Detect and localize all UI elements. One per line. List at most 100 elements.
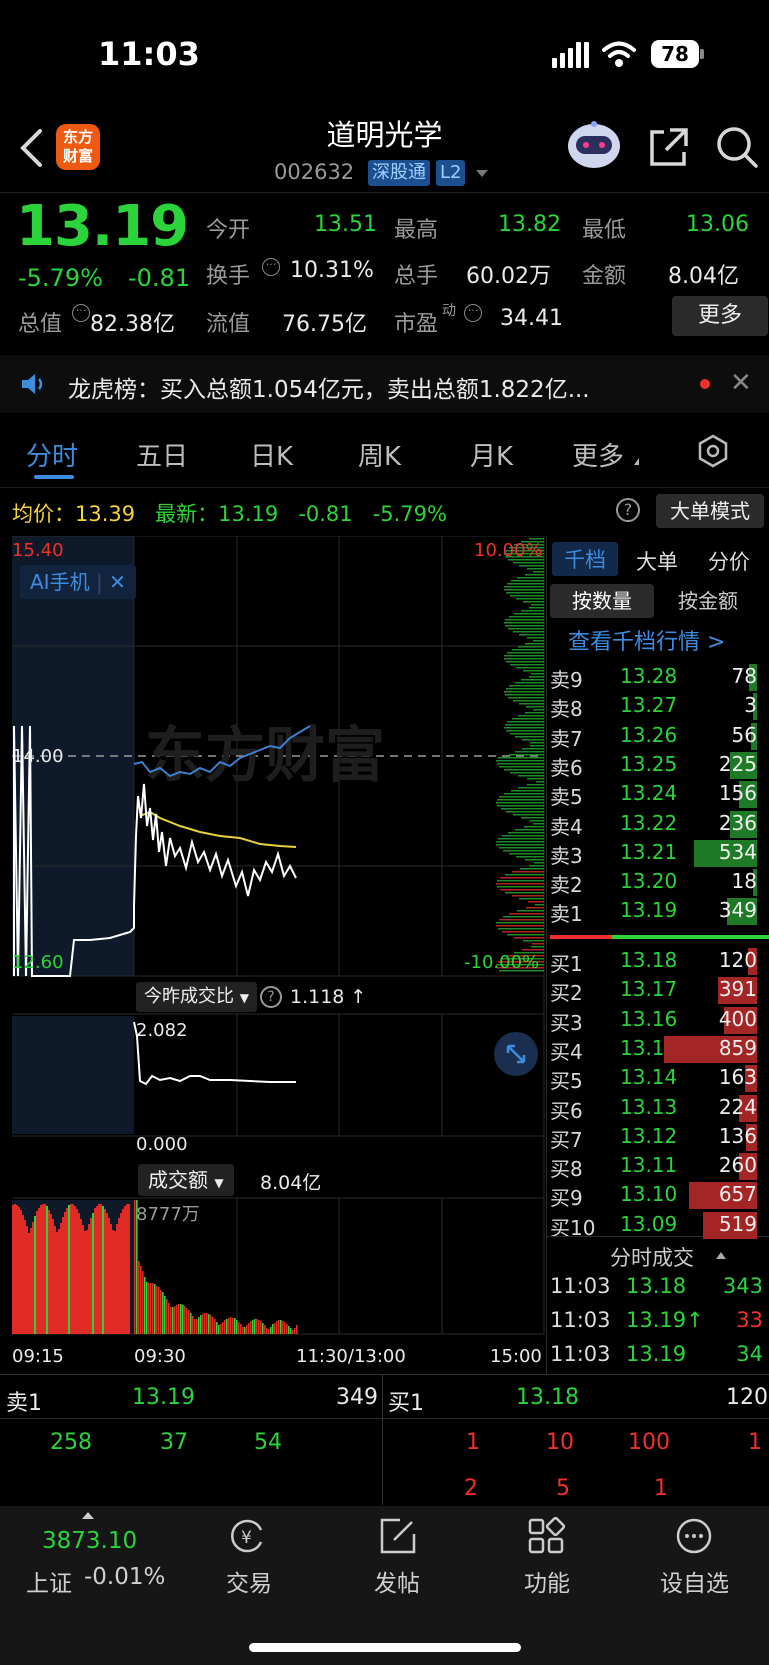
more-button[interactable]: 更多 — [672, 296, 768, 336]
by-amount-button[interactable]: 按金额 — [678, 584, 738, 618]
depth-bar — [527, 637, 544, 639]
ask-row[interactable]: 卖1 13.19 349 — [550, 898, 769, 927]
help-icon[interactable]: ? — [616, 498, 640, 522]
volume-label: 成交额 — [148, 1168, 208, 1192]
info-dots-icon[interactable]: ··· — [464, 304, 482, 322]
volume-bar — [292, 1330, 294, 1334]
volume-bar — [216, 1322, 218, 1334]
volume-bar — [118, 1218, 120, 1334]
depth-quote-link[interactable]: 查看千档行情 > — [568, 624, 725, 656]
index-value[interactable]: 3873.10 — [42, 1528, 137, 1554]
bid-row[interactable]: 买9 13.10 657 — [550, 1182, 769, 1211]
info-dots-icon[interactable]: ··· — [262, 258, 280, 276]
bottom-book-divider — [382, 1375, 383, 1505]
close-icon[interactable]: ✕ — [109, 570, 126, 594]
ticks-title[interactable]: 分时成交 — [610, 1242, 694, 1272]
volume-bar — [18, 1207, 20, 1334]
stock-code: 002632 — [274, 160, 355, 184]
nav-post[interactable]: 发帖 — [374, 1564, 420, 1598]
depth-bar — [506, 811, 544, 813]
ask-row[interactable]: 卖3 13.21 534 — [550, 839, 769, 869]
info-dots-icon[interactable]: ··· — [72, 304, 90, 322]
tab-5day[interactable]: 五日 — [136, 436, 188, 473]
volume-bar — [88, 1224, 90, 1334]
nav-watchlist[interactable]: 设自选 — [660, 1564, 729, 1598]
trade-icon[interactable]: ¥ — [228, 1516, 268, 1556]
bid-level-label: 买1 — [550, 952, 583, 976]
caret-up-icon[interactable] — [82, 1512, 94, 1519]
functions-icon[interactable] — [526, 1516, 566, 1556]
sell-queue-item: 258 — [50, 1430, 92, 1455]
depth-bar — [519, 634, 544, 636]
help-icon[interactable]: ? — [260, 986, 282, 1008]
volume-bar — [58, 1229, 60, 1334]
tick-time: 11:03 — [550, 1274, 611, 1298]
post-icon[interactable] — [378, 1516, 418, 1556]
close-icon[interactable]: ✕ — [730, 368, 752, 398]
volume-bar — [190, 1313, 192, 1334]
index-change[interactable]: -0.01% — [84, 1564, 165, 1590]
depth-bar — [505, 625, 544, 627]
volume-bar — [16, 1205, 18, 1334]
mcap-label: 总值 — [18, 312, 63, 337]
tab-price-dist[interactable]: 分价 — [708, 546, 750, 576]
volume-bar — [78, 1213, 80, 1334]
by-quantity-button[interactable]: 按数量 — [550, 584, 654, 618]
settings-icon[interactable] — [696, 434, 730, 468]
big-order-mode-button[interactable]: 大单模式 — [656, 494, 764, 528]
bid-row[interactable]: 买4 13.15 859 — [550, 1035, 769, 1065]
bid-row[interactable]: 买8 13.11 260 — [550, 1153, 769, 1182]
nav-trade[interactable]: 交易 — [226, 1564, 272, 1598]
tab-week-k[interactable]: 周K — [358, 436, 401, 473]
ask-row[interactable]: 卖6 13.25 225 — [550, 751, 769, 781]
ask-row[interactable]: 卖5 13.24 156 — [550, 781, 769, 810]
ask-row[interactable]: 卖4 13.22 236 — [550, 810, 769, 840]
ask-row[interactable]: 卖7 13.26 56 — [550, 722, 769, 752]
buy-queue-item: 2 — [464, 1476, 478, 1501]
pe-label: 市盈 — [394, 312, 439, 337]
search-icon[interactable] — [714, 124, 760, 170]
volume-bar — [82, 1225, 84, 1334]
tab-intraday[interactable]: 分时 — [26, 436, 78, 473]
caret-up-icon — [716, 1252, 726, 1259]
home-indicator[interactable] — [249, 1643, 521, 1652]
volume-bar — [104, 1209, 106, 1334]
share-icon[interactable] — [648, 126, 690, 168]
bid-row[interactable]: 买3 13.16 400 — [550, 1006, 769, 1036]
bid-row[interactable]: 买7 13.12 136 — [550, 1123, 769, 1153]
volume-bar — [40, 1205, 42, 1334]
tick-volume: 33 — [736, 1308, 763, 1332]
buy-queue-item: 10 — [546, 1430, 574, 1455]
bid-row[interactable]: 买5 13.14 163 — [550, 1065, 769, 1094]
bid-row[interactable]: 买6 13.13 224 — [550, 1094, 769, 1124]
ratio-selector[interactable]: 今昨成交比 ▼ — [136, 982, 257, 1012]
depth-bar — [509, 853, 544, 855]
tab-big-orders[interactable]: 大单 — [636, 546, 678, 576]
depth-bar — [528, 901, 544, 903]
bid-row[interactable]: 买2 13.17 391 — [550, 977, 769, 1006]
tab-depth[interactable]: 千档 — [552, 542, 618, 576]
bid-row[interactable]: 买1 13.18 120 — [550, 948, 769, 977]
expand-icon[interactable] — [494, 1032, 538, 1076]
depth-bar — [509, 685, 544, 687]
index-name[interactable]: 上证 — [26, 1564, 72, 1598]
tab-day-k[interactable]: 日K — [250, 436, 293, 473]
volume-selector[interactable]: 成交额 ▼ — [138, 1164, 234, 1196]
robot-avatar-icon[interactable] — [566, 118, 622, 170]
volume-bar — [240, 1324, 242, 1334]
volume-bar — [138, 1261, 140, 1334]
tab-month-k[interactable]: 月K — [470, 436, 513, 473]
ask-row[interactable]: 卖8 13.27 3 — [550, 693, 769, 722]
volume-bar — [212, 1317, 214, 1334]
open-label: 今开 — [206, 218, 251, 243]
watchlist-icon[interactable] — [674, 1516, 714, 1556]
tab-more[interactable]: 更多 — [572, 436, 624, 473]
depth-bar — [513, 631, 544, 633]
ai-concept-tag[interactable]: AI手机 | ✕ — [20, 565, 136, 599]
ask-row[interactable]: 卖2 13.20 18 — [550, 869, 769, 898]
news-text[interactable]: 龙虎榜：买入总额1.054亿元，卖出总额1.822亿... — [68, 370, 590, 404]
volume-bar — [124, 1206, 126, 1334]
chevron-down-icon[interactable] — [476, 170, 488, 177]
nav-functions[interactable]: 功能 — [524, 1564, 570, 1598]
ask-row[interactable]: 卖9 13.28 78 — [550, 664, 769, 693]
